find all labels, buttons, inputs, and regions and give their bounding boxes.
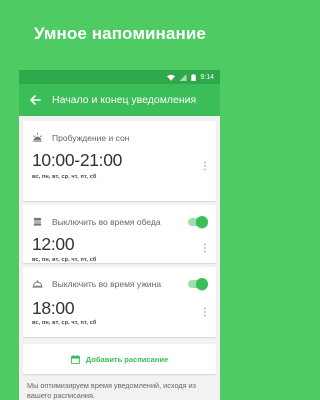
dinner-toggle-switch[interactable] bbox=[188, 278, 208, 290]
more-options-icon[interactable] bbox=[202, 243, 208, 253]
signal-icon bbox=[179, 73, 187, 81]
more-options-icon[interactable] bbox=[202, 307, 208, 317]
card-label: Пробуждение и сон bbox=[52, 132, 130, 143]
card-days: вс, пн, вт, ср, чт, пт, сб bbox=[32, 257, 97, 263]
add-schedule-label: Добавить расписание bbox=[85, 354, 169, 364]
schedule-card-wake-sleep[interactable]: Пробуждение и сон 10:00-21:00 вс, пн, вт… bbox=[23, 121, 216, 201]
dinner-icon bbox=[32, 280, 43, 288]
card-time: 18:00 bbox=[32, 298, 75, 318]
lunch-toggle-switch[interactable] bbox=[188, 216, 208, 228]
toolbar-title: Начало и конец уведомления bbox=[52, 94, 197, 106]
card-time: 12:00 bbox=[32, 234, 75, 254]
wifi-icon bbox=[167, 74, 176, 81]
phone-screen: 9:14 Начало и конец уведомления Пробужде… bbox=[19, 70, 220, 400]
calendar-icon bbox=[70, 354, 80, 364]
card-time: 10:00-21:00 bbox=[32, 150, 123, 170]
schedule-card-dinner[interactable]: Выключить во время ужина 18:00 вс, пн, в… bbox=[23, 267, 216, 337]
back-arrow-icon[interactable] bbox=[28, 93, 42, 107]
sunrise-icon bbox=[32, 132, 43, 142]
card-label: Выключить во время обеда bbox=[52, 216, 161, 227]
card-label: Выключить во время ужина bbox=[52, 278, 162, 289]
add-schedule-button[interactable]: Добавить расписание bbox=[23, 344, 216, 374]
card-days: вс, пн, вт, ср, чт, пт, сб bbox=[32, 174, 97, 180]
status-time: 9:14 bbox=[200, 73, 214, 81]
card-header: Пробуждение и сон bbox=[32, 132, 129, 143]
more-options-icon[interactable] bbox=[202, 161, 208, 171]
schedule-card-lunch[interactable]: Выключить во время обеда 12:00 вс, пн, в… bbox=[23, 205, 216, 263]
card-days: вс, пн, вт, ср, чт, пт, сб bbox=[32, 320, 97, 326]
status-bar: 9:14 bbox=[19, 70, 220, 84]
card-header: Выключить во время обеда bbox=[32, 216, 161, 227]
card-header: Выключить во время ужина bbox=[32, 278, 161, 289]
toolbar: Начало и конец уведомления bbox=[19, 84, 220, 116]
promo-title: Умное напоминание bbox=[34, 24, 206, 43]
footnote-text: Мы оптимизируем время уведомлений, исход… bbox=[27, 381, 196, 400]
battery-icon bbox=[191, 73, 197, 81]
lunch-icon bbox=[33, 217, 42, 226]
